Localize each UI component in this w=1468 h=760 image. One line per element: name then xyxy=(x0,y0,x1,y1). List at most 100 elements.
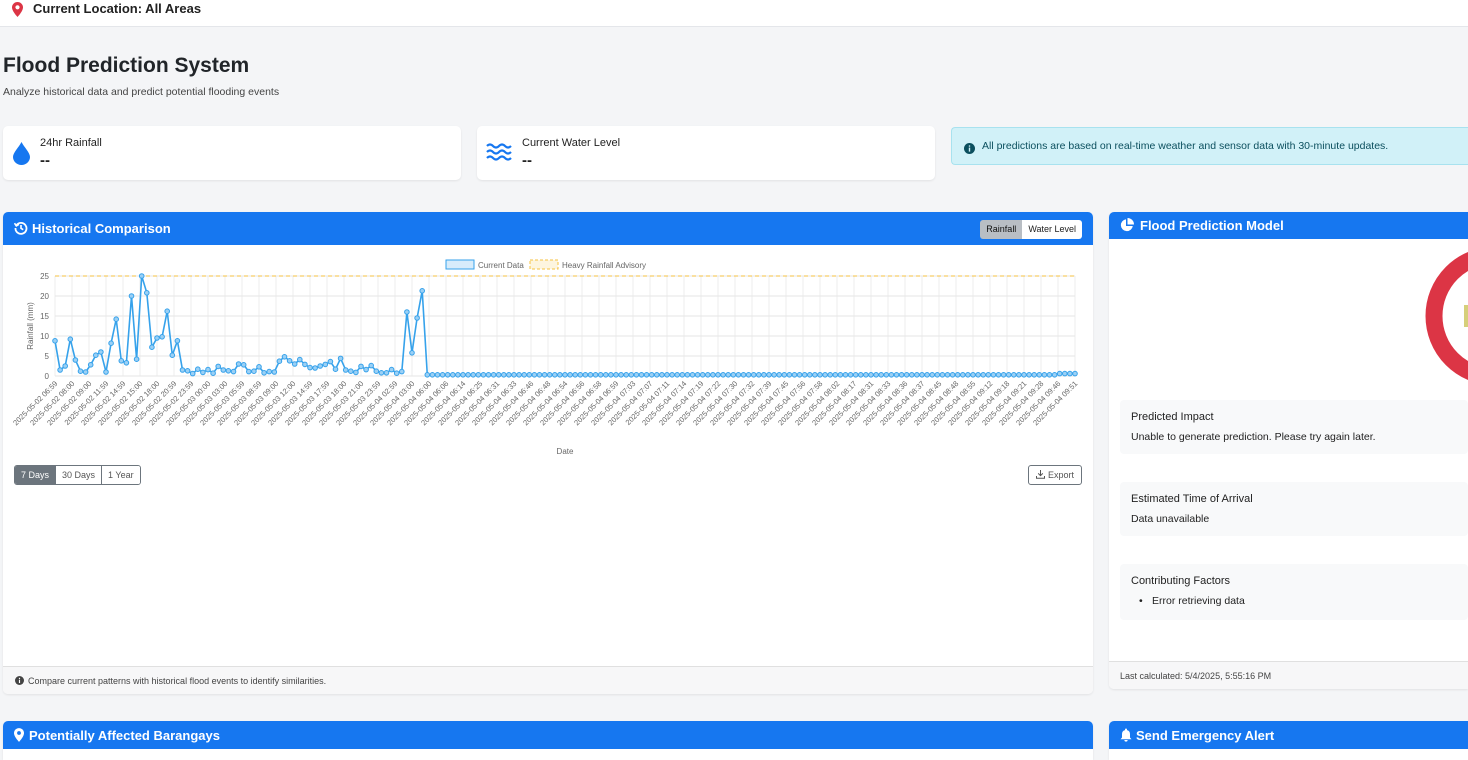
predicted-impact-box: Predicted Impact Unable to generate pred… xyxy=(1120,400,1468,454)
rainfall-data-point xyxy=(388,366,395,373)
rainfall-data-point xyxy=(771,372,777,378)
rainfall-data-point xyxy=(169,352,176,358)
rainfall-data-point xyxy=(909,372,915,378)
rainfall-data-point xyxy=(557,372,563,378)
rainfall-data-point xyxy=(603,372,609,378)
rainfall-data-point xyxy=(363,366,369,373)
rainfall-data-point xyxy=(205,366,211,373)
rainfall-data-point xyxy=(393,370,400,376)
rainfall-data-point xyxy=(179,367,186,373)
rainfall-data-point xyxy=(873,372,879,378)
affected-barangays-title: Potentially Affected Barangays xyxy=(29,728,220,743)
rainfall-data-point xyxy=(546,372,553,378)
download-icon xyxy=(1035,470,1045,479)
rainfall-data-point xyxy=(1016,372,1022,378)
rainfall-data-point xyxy=(643,372,650,378)
rainfall-data-point xyxy=(62,363,69,369)
rainfall-data-point xyxy=(470,372,477,378)
factor-bullet: • xyxy=(1139,595,1143,607)
rainfall-24hr-value: -- xyxy=(40,152,50,169)
rainfall-data-point xyxy=(67,336,74,342)
rainfall-data-point xyxy=(1051,372,1058,378)
rainfall-toggle-button[interactable]: Rainfall xyxy=(980,220,1023,239)
history-icon xyxy=(13,221,28,238)
rainfall-data-point xyxy=(261,370,267,376)
rainfall-data-point xyxy=(664,372,670,378)
rainfall-data-point xyxy=(852,372,859,378)
water-level-value: -- xyxy=(522,152,532,169)
legend-label-advisory: Heavy Rainfall Advisory xyxy=(562,261,646,270)
range-7-days-button[interactable]: 7 Days xyxy=(15,466,56,484)
rainfall-data-point xyxy=(373,368,380,374)
last-calculated-text: Last calculated: 5/4/2025, 5:55:16 PM xyxy=(1120,671,1272,681)
map-pin-icon xyxy=(12,2,23,22)
legend-swatch-current-data xyxy=(445,259,475,270)
rainfall-data-point xyxy=(291,361,298,367)
emergency-alert-card: Send Emergency Alert xyxy=(1109,721,1468,760)
y-tick-label: 20 xyxy=(40,292,49,301)
rainfall-data-point xyxy=(123,360,130,366)
rainfall-24hr-card: 24hr Rainfall -- xyxy=(3,126,461,180)
rainfall-data-point xyxy=(429,372,436,378)
emergency-alert-title: Send Emergency Alert xyxy=(1136,728,1275,743)
rainfall-data-point xyxy=(919,372,925,378)
rainfall-data-point xyxy=(251,368,257,374)
rainfall-data-point xyxy=(154,335,160,341)
page-title: Flood Prediction System xyxy=(3,54,250,77)
rainfall-data-point xyxy=(383,370,390,376)
rainfall-data-point xyxy=(970,372,976,378)
rainfall-data-point xyxy=(138,273,145,279)
rainfall-data-point xyxy=(648,372,655,378)
rainfall-data-point xyxy=(404,309,410,315)
rainfall-data-point xyxy=(307,364,313,371)
rainfall-data-point xyxy=(322,361,329,368)
prediction-card-footer: Last calculated: 5/4/2025, 5:55:16 PM xyxy=(1109,661,1468,689)
eta-value: Data unavailable xyxy=(1131,513,1210,525)
rainfall-data-point xyxy=(103,369,109,375)
rainfall-data-point xyxy=(1046,372,1053,378)
rainfall-data-point xyxy=(761,372,767,378)
rainfall-data-point xyxy=(939,372,946,378)
y-tick-label: 15 xyxy=(40,312,49,321)
rainfall-data-point xyxy=(1041,372,1048,378)
rainfall-data-point xyxy=(327,358,334,365)
y-tick-label: 10 xyxy=(40,332,49,341)
rainfall-data-point xyxy=(975,372,981,378)
location-bar[interactable]: Current Location: All Areas xyxy=(0,0,1468,27)
rainfall-data-point xyxy=(934,372,941,378)
export-button[interactable]: Export xyxy=(1027,465,1082,485)
rainfall-data-point xyxy=(240,362,247,368)
rainfall-data-point xyxy=(791,372,798,378)
info-alert-text: All predictions are based on real-time w… xyxy=(982,140,1389,152)
rainfall-data-point xyxy=(801,372,808,378)
factor-item: Error retrieving data xyxy=(1152,595,1245,607)
rainfall-data-point xyxy=(195,366,201,372)
historical-card-footer: Compare current patterns with historical… xyxy=(3,666,1093,694)
range-1-year-button[interactable]: 1 Year xyxy=(101,466,140,484)
rainfall-data-point xyxy=(893,372,900,378)
eta-title: Estimated Time of Arrival xyxy=(1131,493,1253,505)
rainfall-data-point xyxy=(766,372,772,378)
rainfall-data-point xyxy=(149,344,155,350)
rainfall-data-point xyxy=(597,372,604,378)
water-level-toggle-button[interactable]: Water Level xyxy=(1022,220,1082,239)
flood-prediction-card: Flood Prediction Model Predicted Impact … xyxy=(1109,212,1468,689)
range-30-days-button[interactable]: 30 Days xyxy=(55,466,102,484)
rainfall-data-point xyxy=(710,372,716,378)
rainfall-data-point xyxy=(628,372,635,378)
rainfall-data-point xyxy=(592,372,599,378)
rainfall-data-point xyxy=(93,352,99,358)
rainfall-data-point xyxy=(689,372,696,378)
pie-chart-icon xyxy=(1120,218,1134,235)
rainfall-data-point xyxy=(348,368,354,374)
rainfall-data-point xyxy=(485,372,492,378)
rainfall-data-point xyxy=(235,361,242,367)
rainfall-data-point xyxy=(511,372,517,378)
rainfall-data-point xyxy=(133,356,140,362)
rainfall-data-point xyxy=(832,372,839,378)
rainfall-data-point xyxy=(740,372,747,378)
rainfall-data-point xyxy=(985,372,992,378)
rainfall-data-point xyxy=(980,372,987,378)
rainfall-data-point xyxy=(674,372,681,378)
legend-label-current-data: Current Data xyxy=(478,261,524,270)
